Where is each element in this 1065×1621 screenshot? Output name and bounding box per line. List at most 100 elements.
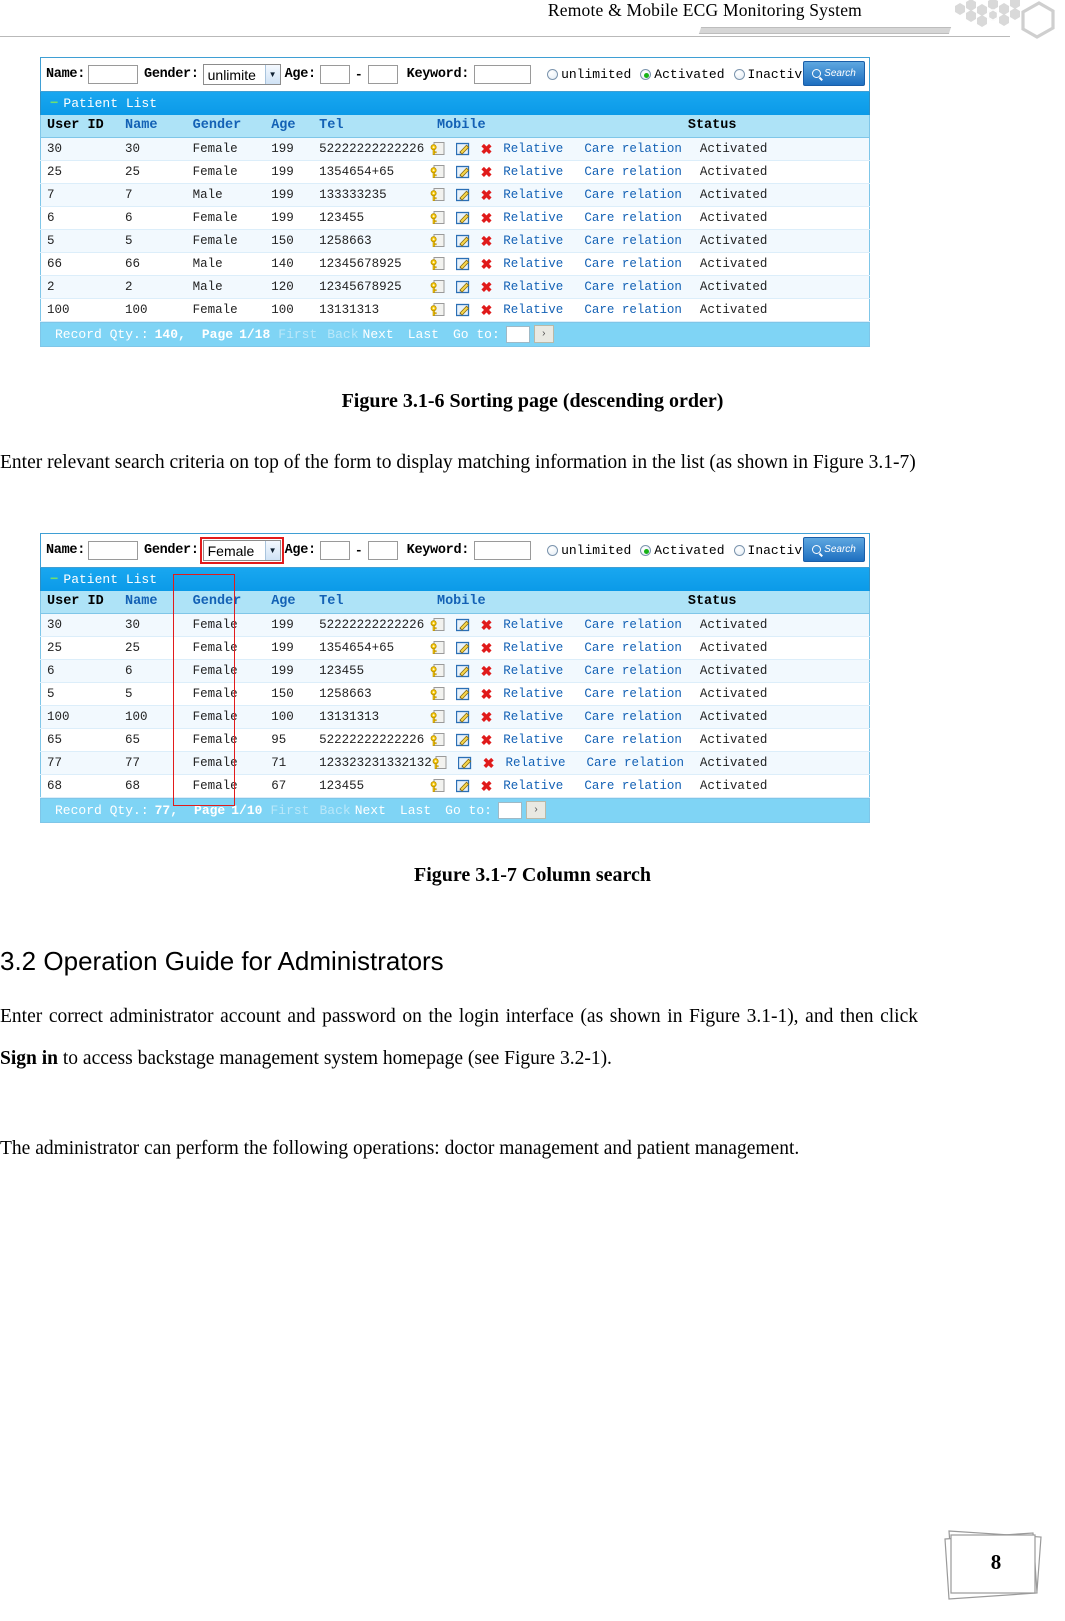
relative-link[interactable]: Relative bbox=[503, 664, 563, 678]
radio-activated[interactable]: Activated bbox=[640, 67, 725, 82]
key-password-icon[interactable] bbox=[430, 732, 445, 747]
table-row[interactable]: 100 100 Female 100 13131313 ✖ Relative Care rel… bbox=[40, 298, 870, 322]
table-row[interactable]: 65 65 Female 95 52222222222226 ✖ Relative Care … bbox=[40, 728, 870, 752]
relative-link[interactable]: Relative bbox=[503, 165, 563, 179]
col-age[interactable]: Age bbox=[265, 115, 314, 138]
table-row[interactable]: 30 30 Female 199 52222222222226 ✖ Relative Care… bbox=[40, 137, 870, 161]
delete-x-icon[interactable]: ✖ bbox=[481, 280, 493, 294]
key-password-icon[interactable] bbox=[430, 187, 445, 202]
cell-user-id[interactable]: 66 bbox=[40, 252, 120, 276]
delete-x-icon[interactable]: ✖ bbox=[481, 641, 493, 655]
relative-link[interactable]: Relative bbox=[503, 257, 563, 271]
last-page-link[interactable]: Last bbox=[408, 327, 439, 342]
key-password-icon[interactable] bbox=[430, 617, 445, 632]
col-gender[interactable]: Gender bbox=[186, 115, 266, 138]
relative-link[interactable]: Relative bbox=[503, 618, 563, 632]
care-relation-link[interactable]: Care relation bbox=[584, 257, 682, 271]
table-row[interactable]: 77 77 Female 71 123323231332132 ✖ Relative Care… bbox=[40, 751, 870, 775]
radio-activated[interactable]: Activated bbox=[640, 543, 725, 558]
goto-input[interactable] bbox=[505, 325, 530, 343]
cell-user-id[interactable]: 5 bbox=[40, 682, 120, 706]
col-tel[interactable]: Tel bbox=[313, 115, 431, 138]
keyword-input[interactable] bbox=[474, 65, 532, 84]
cell-user-id[interactable]: 7 bbox=[40, 183, 120, 207]
table-row[interactable]: 66 66 Male 140 12345678925 ✖ Relative Care rela… bbox=[40, 252, 870, 276]
col-tel[interactable]: Tel bbox=[313, 591, 431, 614]
edit-pencil-icon[interactable] bbox=[455, 733, 470, 747]
back-page-link[interactable]: Back bbox=[327, 327, 358, 342]
relative-link[interactable]: Relative bbox=[503, 234, 563, 248]
table-row[interactable]: 6 6 Female 199 123455 ✖ Relative Care relation A… bbox=[40, 659, 870, 683]
edit-pencil-icon[interactable] bbox=[455, 641, 470, 655]
delete-x-icon[interactable]: ✖ bbox=[481, 188, 493, 202]
goto-button[interactable]: › bbox=[533, 325, 554, 343]
next-page-link[interactable]: Next bbox=[363, 327, 394, 342]
name-input[interactable] bbox=[88, 541, 139, 560]
edit-pencil-icon[interactable] bbox=[455, 165, 470, 179]
radio-unlimited[interactable]: unlimited bbox=[547, 543, 631, 558]
care-relation-link[interactable]: Care relation bbox=[584, 618, 682, 632]
relative-link[interactable]: Relative bbox=[503, 710, 563, 724]
delete-x-icon[interactable]: ✖ bbox=[481, 257, 493, 271]
table-row[interactable]: 2 2 Male 120 12345678925 ✖ Relative Care relati… bbox=[40, 275, 870, 299]
relative-link[interactable]: Relative bbox=[503, 211, 563, 225]
back-page-link[interactable]: Back bbox=[319, 803, 350, 818]
key-password-icon[interactable] bbox=[430, 302, 445, 317]
cell-user-id[interactable]: 2 bbox=[40, 275, 120, 299]
care-relation-link[interactable]: Care relation bbox=[584, 142, 682, 156]
relative-link[interactable]: Relative bbox=[503, 280, 563, 294]
col-mobile[interactable]: Mobile bbox=[430, 591, 682, 614]
collapse-icon[interactable]: − bbox=[50, 97, 58, 111]
delete-x-icon[interactable]: ✖ bbox=[481, 779, 493, 793]
edit-pencil-icon[interactable] bbox=[455, 188, 470, 202]
delete-x-icon[interactable]: ✖ bbox=[481, 211, 493, 225]
delete-x-icon[interactable]: ✖ bbox=[481, 618, 493, 632]
key-password-icon[interactable] bbox=[430, 164, 445, 179]
relative-link[interactable]: Relative bbox=[503, 142, 563, 156]
care-relation-link[interactable]: Care relation bbox=[584, 303, 682, 317]
relative-link[interactable]: Relative bbox=[503, 687, 563, 701]
cell-user-id[interactable]: 25 bbox=[40, 636, 120, 660]
edit-pencil-icon[interactable] bbox=[455, 710, 470, 724]
care-relation-link[interactable]: Care relation bbox=[584, 234, 682, 248]
collapse-icon[interactable]: − bbox=[50, 573, 58, 587]
care-relation-link[interactable]: Care relation bbox=[584, 664, 682, 678]
table-row[interactable]: 25 25 Female 199 1354654+65 ✖ Relative Care rel… bbox=[40, 160, 870, 184]
search-button[interactable]: Search bbox=[803, 537, 865, 562]
cell-user-id[interactable]: 6 bbox=[40, 206, 120, 230]
age-from-input[interactable] bbox=[319, 65, 350, 84]
edit-pencil-icon[interactable] bbox=[455, 211, 470, 225]
radio-inactive[interactable]: Inactive bbox=[733, 67, 810, 82]
goto-button[interactable]: › bbox=[525, 801, 546, 819]
delete-x-icon[interactable]: ✖ bbox=[481, 687, 493, 701]
edit-pencil-icon[interactable] bbox=[457, 756, 472, 770]
key-password-icon[interactable] bbox=[430, 233, 445, 248]
table-row[interactable]: 68 68 Female 67 123455 ✖ Relative Care relation… bbox=[40, 774, 870, 798]
cell-user-id[interactable]: 25 bbox=[40, 160, 120, 184]
col-name[interactable]: Name bbox=[119, 115, 187, 138]
cell-user-id[interactable]: 100 bbox=[40, 298, 120, 322]
key-password-icon[interactable] bbox=[432, 755, 447, 770]
table-row[interactable]: 5 5 Female 150 1258663 ✖ Relative Care relation… bbox=[40, 229, 870, 253]
col-name[interactable]: Name bbox=[119, 591, 187, 614]
first-page-link[interactable]: First bbox=[270, 803, 309, 818]
radio-unlimited[interactable]: unlimited bbox=[547, 67, 631, 82]
care-relation-link[interactable]: Care relation bbox=[584, 779, 682, 793]
key-password-icon[interactable] bbox=[430, 778, 445, 793]
relative-link[interactable]: Relative bbox=[503, 188, 563, 202]
edit-pencil-icon[interactable] bbox=[455, 280, 470, 294]
delete-x-icon[interactable]: ✖ bbox=[481, 733, 493, 747]
key-password-icon[interactable] bbox=[430, 256, 445, 271]
edit-pencil-icon[interactable] bbox=[455, 618, 470, 632]
gender-select[interactable]: Female ▼ bbox=[199, 537, 284, 564]
care-relation-link[interactable]: Care relation bbox=[584, 165, 682, 179]
delete-x-icon[interactable]: ✖ bbox=[481, 303, 493, 317]
cell-user-id[interactable]: 77 bbox=[40, 751, 120, 775]
edit-pencil-icon[interactable] bbox=[455, 234, 470, 248]
table-row[interactable]: 25 25 Female 199 1354654+65 ✖ Relative Care rel… bbox=[40, 636, 870, 660]
edit-pencil-icon[interactable] bbox=[455, 779, 470, 793]
table-row[interactable]: 5 5 Female 150 1258663 ✖ Relative Care relation… bbox=[40, 682, 870, 706]
edit-pencil-icon[interactable] bbox=[455, 687, 470, 701]
age-to-input[interactable] bbox=[367, 65, 398, 84]
care-relation-link[interactable]: Care relation bbox=[584, 733, 682, 747]
